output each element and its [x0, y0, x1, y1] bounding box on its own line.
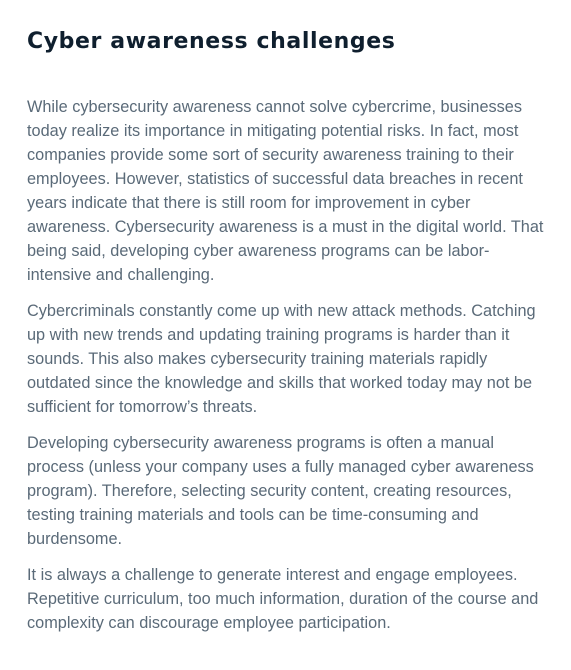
paragraph-intro: While cybersecurity awareness cannot sol… [27, 98, 544, 284]
paragraph-attack-methods: Cybercriminals constantly come up with n… [27, 302, 536, 416]
article-body: While cybersecurity awareness cannot sol… [27, 95, 547, 635]
article: Cyber awareness challenges While cyberse… [27, 28, 547, 635]
paragraph-engagement: It is always a challenge to generate int… [27, 566, 539, 632]
article-heading: Cyber awareness challenges [27, 29, 396, 54]
paragraph-manual-process: Developing cybersecurity awareness progr… [27, 434, 534, 548]
